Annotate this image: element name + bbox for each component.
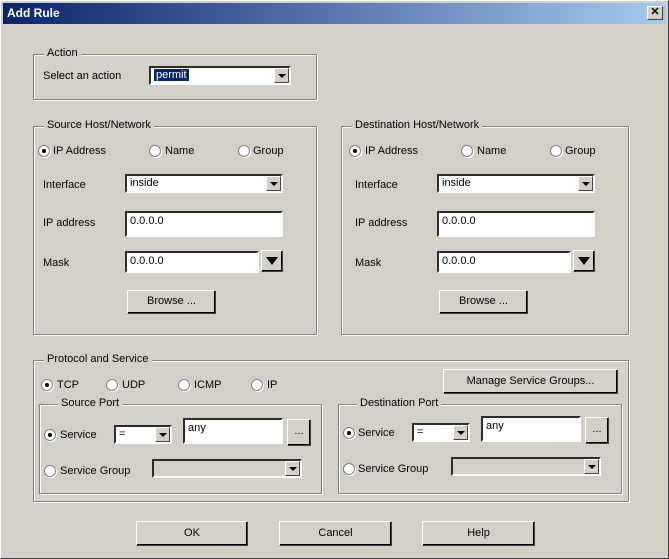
cancel-button[interactable]: Cancel bbox=[279, 521, 392, 546]
protocol-legend: Protocol and Service bbox=[44, 353, 152, 365]
dest-operator-select[interactable]: = bbox=[412, 423, 470, 442]
window-title: Add Rule bbox=[7, 6, 60, 20]
dest-group-radio[interactable] bbox=[550, 145, 562, 157]
dest-mask-label: Mask bbox=[355, 257, 382, 269]
ip-label: IP bbox=[267, 379, 278, 391]
dest-ip-address-label: IP address bbox=[355, 217, 408, 229]
udp-radio[interactable] bbox=[106, 379, 118, 391]
chevron-down-icon[interactable] bbox=[155, 427, 170, 442]
tcp-radio[interactable] bbox=[41, 379, 53, 391]
dest-ip-radio[interactable] bbox=[349, 145, 361, 157]
dest-operator-value: = bbox=[417, 426, 424, 438]
dest-service-group-label: Service Group bbox=[358, 463, 429, 475]
dest-service-group-radio[interactable] bbox=[343, 463, 355, 475]
help-button[interactable]: Help bbox=[422, 521, 535, 546]
udp-label: UDP bbox=[122, 379, 146, 391]
source-service-group-label: Service Group bbox=[60, 465, 131, 477]
title-bar[interactable]: Add Rule ✕ bbox=[3, 3, 666, 24]
chevron-down-icon[interactable] bbox=[285, 461, 300, 476]
ip-radio[interactable] bbox=[251, 379, 263, 391]
dest-interface-select[interactable]: inside bbox=[437, 174, 595, 193]
source-name-label: Name bbox=[165, 145, 195, 157]
source-service-group-radio[interactable] bbox=[44, 465, 56, 477]
source-group-label: Group bbox=[253, 145, 284, 157]
source-port-more-button[interactable]: ... bbox=[287, 419, 311, 446]
dest-group-label: Group bbox=[565, 145, 596, 157]
chevron-down-icon[interactable] bbox=[453, 425, 468, 440]
manage-service-groups-button[interactable]: Manage Service Groups... bbox=[443, 369, 618, 394]
chevron-down-icon[interactable] bbox=[274, 68, 289, 83]
source-ip-address-label: IP address bbox=[43, 217, 96, 229]
dest-interface-label: Interface bbox=[355, 179, 398, 191]
source-interface-value: inside bbox=[130, 177, 159, 189]
source-operator-select[interactable]: = bbox=[114, 425, 172, 444]
source-mask-field[interactable]: 0.0.0.0 bbox=[125, 251, 259, 273]
dest-mask-dropdown-button[interactable] bbox=[573, 250, 595, 272]
source-port-value-field[interactable]: any bbox=[183, 418, 283, 444]
source-operator-value: = bbox=[119, 428, 126, 440]
source-mask-dropdown-button[interactable] bbox=[261, 250, 283, 272]
source-legend: Source Host/Network bbox=[44, 119, 154, 131]
dest-browse-button[interactable]: Browse ... bbox=[439, 290, 528, 314]
source-ip-label: IP Address bbox=[53, 145, 106, 157]
chevron-down-icon[interactable] bbox=[578, 176, 593, 191]
source-service-group-select[interactable] bbox=[152, 459, 302, 478]
dest-service-radio[interactable] bbox=[343, 427, 355, 439]
select-action-label: Select an action bbox=[43, 70, 122, 82]
source-interface-select[interactable]: inside bbox=[125, 174, 283, 193]
dest-port-legend: Destination Port bbox=[357, 397, 442, 409]
source-mask-label: Mask bbox=[43, 257, 70, 269]
dest-name-label: Name bbox=[477, 145, 507, 157]
source-browse-button[interactable]: Browse ... bbox=[127, 290, 216, 314]
icmp-radio[interactable] bbox=[178, 379, 190, 391]
source-service-label: Service bbox=[60, 429, 97, 441]
dest-mask-field[interactable]: 0.0.0.0 bbox=[437, 251, 571, 273]
source-interface-label: Interface bbox=[43, 179, 86, 191]
dest-ip-field[interactable]: 0.0.0.0 bbox=[437, 211, 595, 237]
source-name-radio[interactable] bbox=[149, 145, 161, 157]
action-legend: Action bbox=[44, 47, 81, 59]
action-selected-value: permit bbox=[154, 69, 189, 81]
dest-interface-value: inside bbox=[442, 177, 471, 189]
dest-service-label: Service bbox=[358, 427, 395, 439]
add-rule-dialog: Add Rule ✕ Action Select an action permi… bbox=[0, 0, 669, 559]
source-service-radio[interactable] bbox=[44, 429, 56, 441]
source-group-radio[interactable] bbox=[238, 145, 250, 157]
chevron-down-icon[interactable] bbox=[584, 459, 599, 474]
icmp-label: ICMP bbox=[194, 379, 222, 391]
dest-service-group-select[interactable] bbox=[451, 457, 601, 476]
dest-name-radio[interactable] bbox=[461, 145, 473, 157]
tcp-label: TCP bbox=[57, 379, 79, 391]
source-ip-radio[interactable] bbox=[38, 145, 50, 157]
chevron-down-icon[interactable] bbox=[266, 176, 281, 191]
dest-port-more-button[interactable]: ... bbox=[585, 417, 609, 444]
dest-port-value-field[interactable]: any bbox=[481, 416, 581, 442]
dest-ip-label: IP Address bbox=[365, 145, 418, 157]
source-ip-field[interactable]: 0.0.0.0 bbox=[125, 211, 283, 237]
close-button[interactable]: ✕ bbox=[647, 6, 663, 20]
action-select[interactable]: permit bbox=[149, 66, 291, 85]
source-port-legend: Source Port bbox=[58, 397, 123, 409]
ok-button[interactable]: OK bbox=[136, 521, 248, 546]
destination-legend: Destination Host/Network bbox=[352, 119, 483, 131]
